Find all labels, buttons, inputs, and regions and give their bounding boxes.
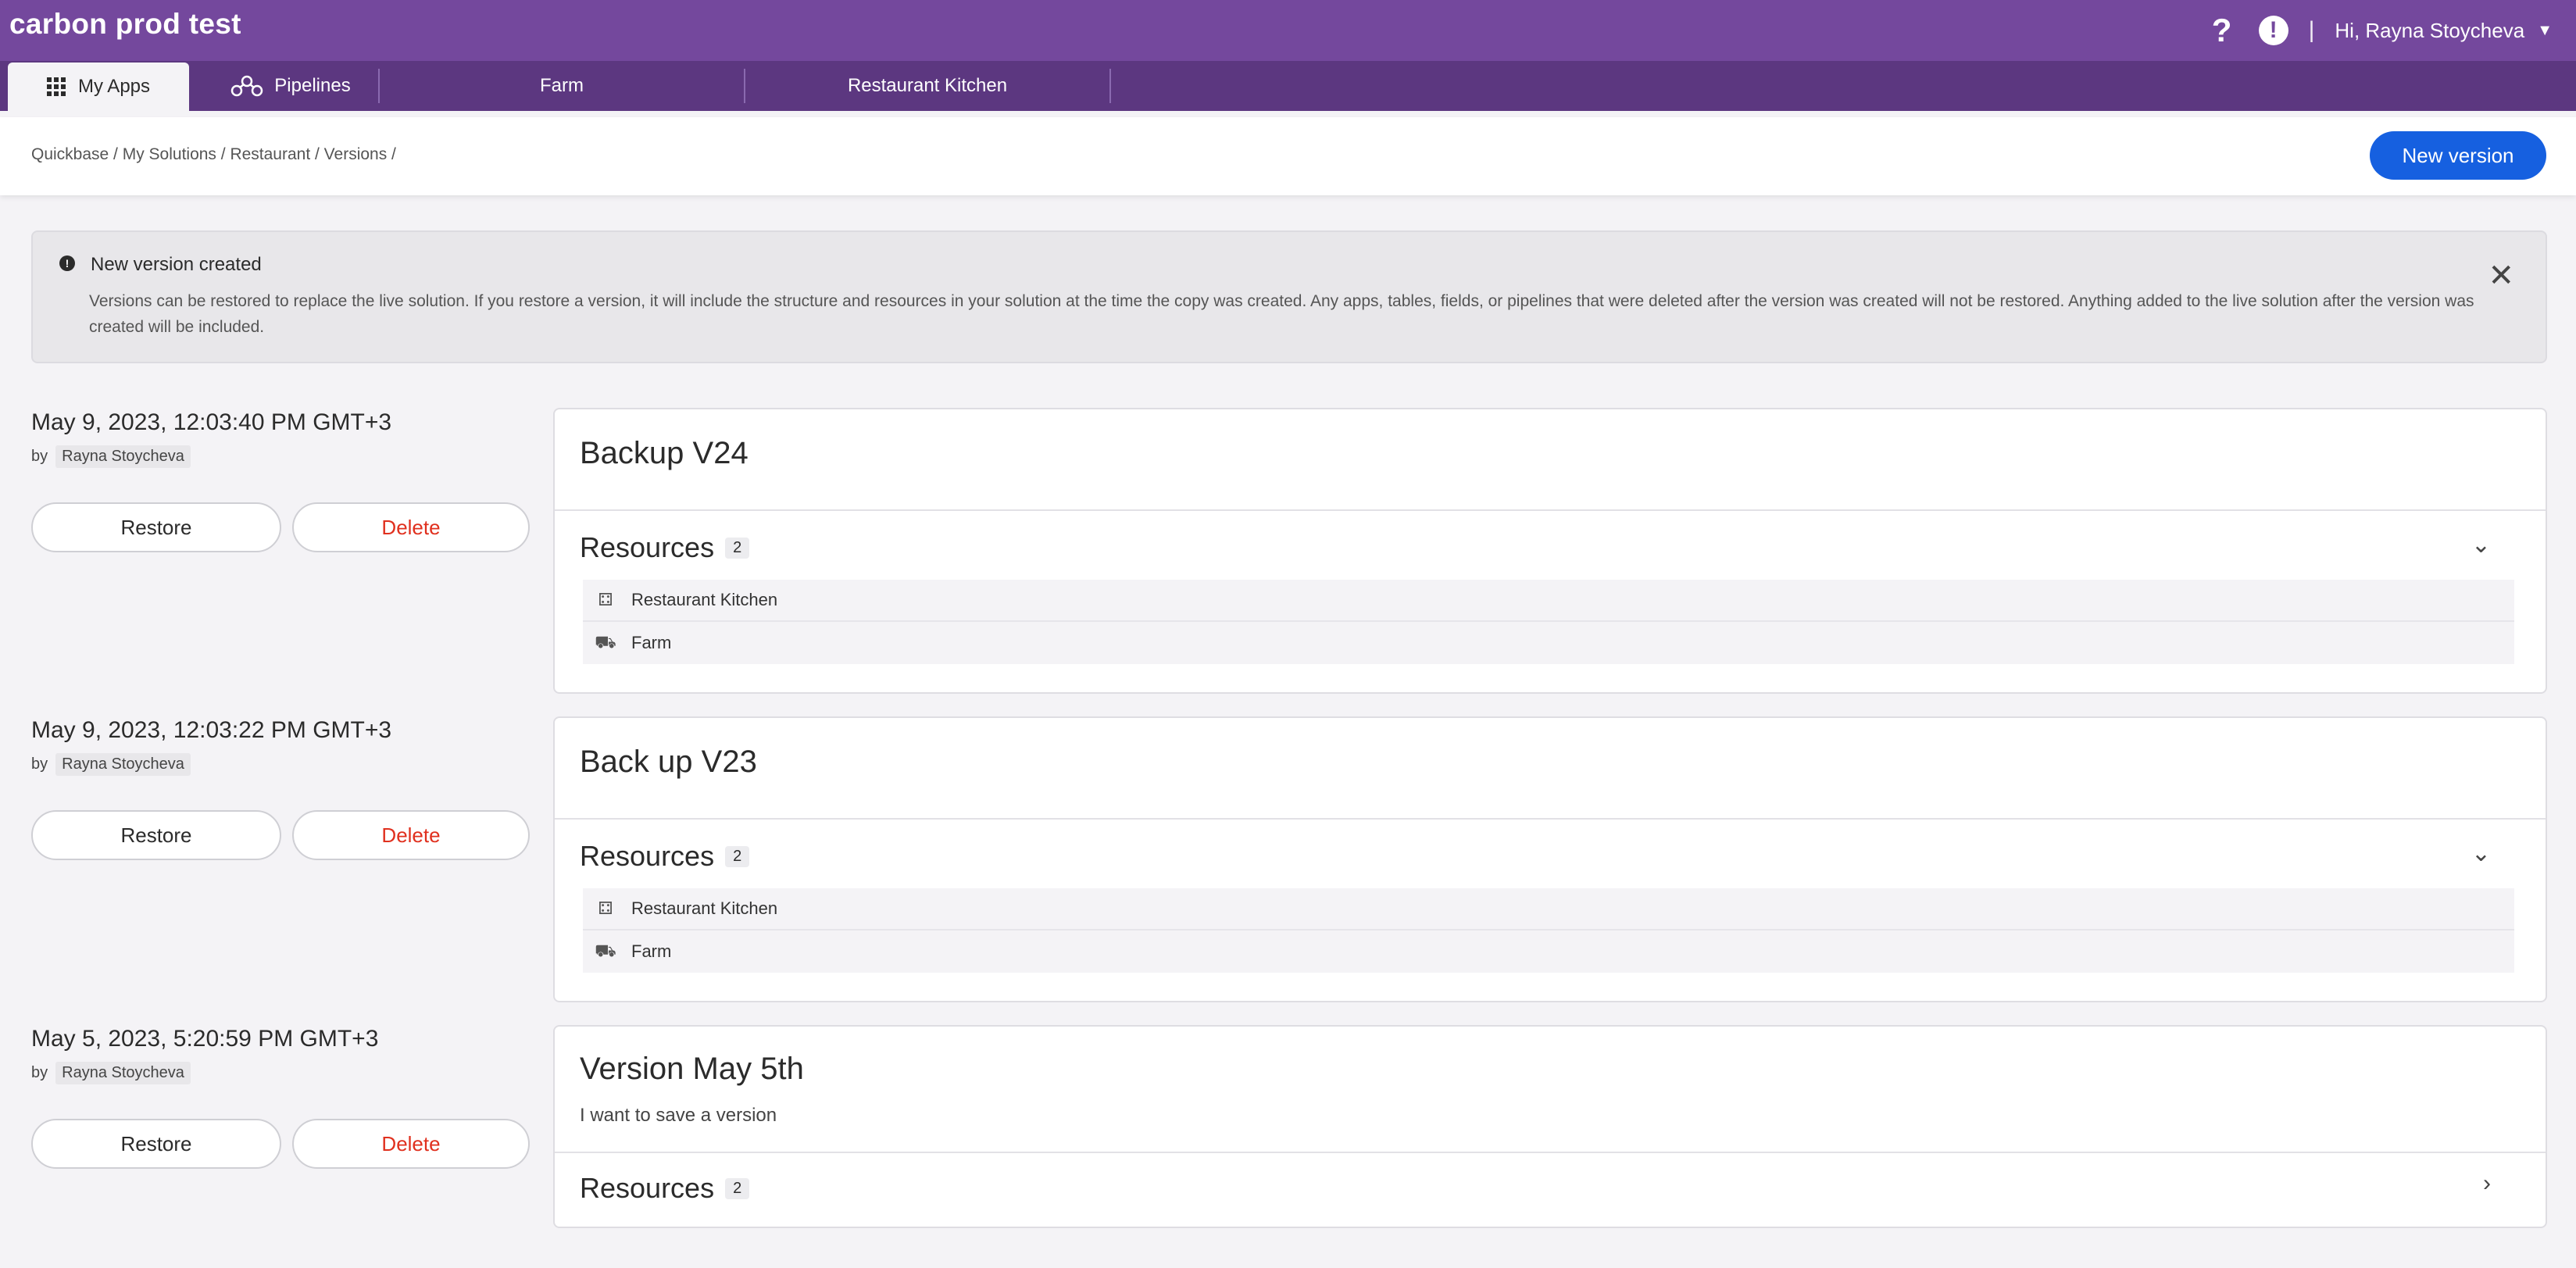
card-divider bbox=[555, 818, 2546, 820]
by-label: by bbox=[31, 1064, 48, 1081]
pipelines-icon bbox=[231, 75, 263, 97]
resource-item[interactable]: ⛟ Farm bbox=[583, 930, 2514, 973]
resources-label: Resources bbox=[580, 840, 715, 872]
tab-label: Restaurant Kitchen bbox=[847, 75, 1008, 96]
tab-my-apps[interactable]: My Apps bbox=[8, 63, 189, 111]
resource-list: ⚃ Restaurant Kitchen ⛟ Farm bbox=[583, 888, 2514, 973]
info-icon: ! bbox=[59, 255, 75, 271]
kitchen-app-icon: ⚃ bbox=[598, 898, 613, 918]
banner-text: Versions can be restored to replace the … bbox=[89, 292, 2474, 336]
resource-item[interactable]: ⚃ Restaurant Kitchen bbox=[583, 888, 2514, 930]
grid-icon bbox=[46, 77, 66, 96]
kitchen-app-icon: ⚃ bbox=[598, 590, 613, 609]
version-meta: May 9, 2023, 12:03:40 PM GMT+3 by Rayna … bbox=[31, 409, 391, 468]
user-menu[interactable]: Hi, Rayna Stoycheva bbox=[2335, 19, 2524, 43]
resources-count: 2 bbox=[725, 845, 750, 867]
tab-label: Farm bbox=[540, 75, 584, 96]
page-header: Quickbase / My Solutions / Restaurant / … bbox=[0, 117, 2576, 195]
card-divider bbox=[555, 1152, 2546, 1153]
version-meta: May 9, 2023, 12:03:22 PM GMT+3 by Rayna … bbox=[31, 717, 391, 776]
resource-name: Farm bbox=[631, 941, 672, 961]
version-date: May 9, 2023, 12:03:22 PM GMT+3 bbox=[31, 717, 392, 743]
version-author: by Rayna Stoycheva bbox=[31, 1062, 378, 1084]
resources-header[interactable]: Resources 2 bbox=[580, 1172, 750, 1205]
tab-farm[interactable]: Farm bbox=[380, 61, 744, 111]
version-card: Backup V24 Resources 2 ⌄ ⚃ Restaurant Ki… bbox=[553, 408, 2547, 694]
tab-divider bbox=[1109, 69, 1111, 103]
version-author: by Rayna Stoycheva bbox=[31, 753, 391, 776]
resource-name: Farm bbox=[631, 633, 672, 652]
card-divider bbox=[555, 509, 2546, 511]
chevron-down-icon[interactable]: ⌄ bbox=[2471, 840, 2491, 867]
resource-list: ⚃ Restaurant Kitchen ⛟ Farm bbox=[583, 580, 2514, 664]
version-meta: May 5, 2023, 5:20:59 PM GMT+3 by Rayna S… bbox=[31, 1026, 378, 1084]
version-description: I want to save a version bbox=[580, 1105, 777, 1126]
resource-item[interactable]: ⚃ Restaurant Kitchen bbox=[583, 580, 2514, 622]
separator: | bbox=[2308, 17, 2315, 43]
restore-button[interactable]: Restore bbox=[31, 502, 281, 552]
resources-header[interactable]: Resources 2 bbox=[580, 840, 750, 873]
resources-label: Resources bbox=[580, 1172, 715, 1204]
app-title[interactable]: carbon prod test bbox=[9, 8, 241, 41]
version-date: May 5, 2023, 5:20:59 PM GMT+3 bbox=[31, 1026, 379, 1052]
top-bar: carbon prod test ? ! | Hi, Rayna Stoyche… bbox=[0, 0, 2576, 61]
breadcrumb[interactable]: Quickbase / My Solutions / Restaurant / … bbox=[31, 145, 396, 164]
delete-button[interactable]: Delete bbox=[292, 1119, 530, 1169]
version-title: Back up V23 bbox=[580, 745, 757, 779]
chevron-right-icon[interactable]: › bbox=[2483, 1170, 2491, 1197]
farm-app-icon: ⛟ bbox=[595, 940, 616, 960]
alert-icon[interactable]: ! bbox=[2258, 16, 2288, 45]
by-label: by bbox=[31, 448, 48, 465]
close-icon[interactable]: ✕ bbox=[2488, 260, 2514, 291]
banner-title: New version created bbox=[91, 254, 262, 275]
resources-count: 2 bbox=[725, 537, 750, 559]
tab-label: My Apps bbox=[77, 76, 151, 97]
notification-banner: ! New version created Versions can be re… bbox=[31, 230, 2547, 363]
user-chip[interactable]: Rayna Stoycheva bbox=[55, 753, 191, 776]
top-right-controls: ? ! | Hi, Rayna Stoycheva ▼ bbox=[2206, 0, 2553, 61]
delete-button[interactable]: Delete bbox=[292, 502, 530, 552]
user-chip[interactable]: Rayna Stoycheva bbox=[55, 1062, 191, 1084]
restore-button[interactable]: Restore bbox=[31, 1119, 281, 1169]
version-title: Backup V24 bbox=[580, 436, 749, 470]
resources-label: Resources bbox=[580, 531, 715, 563]
version-title: Version May 5th bbox=[580, 1052, 804, 1086]
version-author: by Rayna Stoycheva bbox=[31, 445, 391, 468]
user-chip[interactable]: Rayna Stoycheva bbox=[55, 445, 191, 468]
tab-bar: My Apps Pipelines Farm Restaurant Kitche… bbox=[0, 61, 2576, 111]
resource-item[interactable]: ⛟ Farm bbox=[583, 622, 2514, 664]
new-version-button[interactable]: New version bbox=[2370, 131, 2546, 180]
chevron-down-icon[interactable]: ⌄ bbox=[2471, 531, 2491, 559]
restore-button[interactable]: Restore bbox=[31, 810, 281, 860]
version-card: Version May 5th I want to save a version… bbox=[553, 1025, 2547, 1228]
resource-name: Restaurant Kitchen bbox=[631, 590, 778, 609]
resources-header[interactable]: Resources 2 bbox=[580, 531, 750, 564]
farm-app-icon: ⛟ bbox=[595, 631, 616, 652]
help-icon[interactable]: ? bbox=[2206, 12, 2238, 49]
version-card: Back up V23 Resources 2 ⌄ ⚃ Restaurant K… bbox=[553, 716, 2547, 1002]
chevron-down-icon[interactable]: ▼ bbox=[2537, 22, 2553, 40]
resources-count: 2 bbox=[725, 1177, 750, 1199]
delete-button[interactable]: Delete bbox=[292, 810, 530, 860]
by-label: by bbox=[31, 755, 48, 773]
tab-pipelines[interactable]: Pipelines bbox=[205, 61, 377, 111]
tab-restaurant-kitchen[interactable]: Restaurant Kitchen bbox=[745, 61, 1109, 111]
tab-label: Pipelines bbox=[274, 75, 351, 96]
resource-name: Restaurant Kitchen bbox=[631, 898, 778, 918]
version-date: May 9, 2023, 12:03:40 PM GMT+3 bbox=[31, 409, 392, 435]
